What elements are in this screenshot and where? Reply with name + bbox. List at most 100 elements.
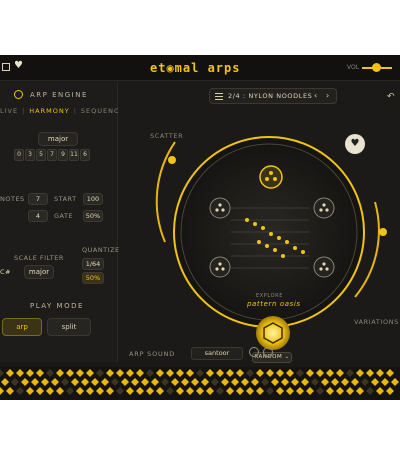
mode-tabs: LIVE | HARMONY | SEQUENCE [0, 107, 125, 115]
scale-select[interactable]: major [38, 132, 78, 146]
pattern-diamond [106, 387, 114, 395]
shuffle-icon[interactable] [249, 347, 259, 357]
pattern-diamond [201, 378, 209, 386]
pattern-diamond [16, 387, 24, 395]
pattern-diamond [191, 378, 199, 386]
node-top [259, 165, 283, 189]
pattern-diamond [101, 378, 109, 386]
pattern-diamond [1, 378, 9, 386]
pattern-diamond [221, 378, 229, 386]
start-label: START [54, 195, 77, 203]
pattern-diamond [386, 369, 394, 377]
pattern-diamond [121, 378, 129, 386]
pattern-diamond [96, 387, 104, 395]
filter-scale-select[interactable]: major [24, 265, 54, 279]
filter-scale-value: major [28, 268, 50, 276]
pattern-diamond [21, 378, 29, 386]
notes-value[interactable]: 7 [28, 193, 48, 205]
pattern-diamond [286, 387, 294, 395]
pattern-diamond [281, 378, 289, 386]
pattern-diamond [376, 369, 384, 377]
arp-mode-button[interactable]: arp [2, 318, 42, 336]
key-select[interactable]: C# [0, 268, 11, 276]
arp-sound-select[interactable]: santoor [191, 347, 243, 360]
pattern-diamond [146, 387, 154, 395]
degree-box[interactable]: 5 [36, 149, 46, 161]
pattern-diamond [26, 369, 34, 377]
pattern-diamond [61, 378, 69, 386]
pattern-diamond [336, 387, 344, 395]
degree-box[interactable]: 6 [80, 149, 90, 161]
pattern-diamond [346, 369, 354, 377]
orbit-display [155, 136, 387, 350]
row2-value[interactable]: 4 [28, 210, 48, 222]
pattern-diamond [306, 387, 314, 395]
pattern-diamond [311, 378, 319, 386]
degree-box[interactable]: 7 [47, 149, 57, 161]
pattern-diamond [86, 369, 94, 377]
pattern-diamond [0, 387, 4, 395]
pattern-diamond [161, 378, 169, 386]
pattern-diamond [236, 387, 244, 395]
pattern-diamond [271, 378, 279, 386]
pattern-diamond [76, 369, 84, 377]
pattern-diamond [296, 369, 304, 377]
pattern-diamond [71, 378, 79, 386]
degree-box[interactable]: 0 [14, 149, 24, 161]
pattern-diamond [171, 378, 179, 386]
explore-label: EXPLORE [256, 293, 283, 299]
degree-box[interactable]: 9 [58, 149, 68, 161]
settings-icon[interactable] [263, 347, 273, 357]
split-mode-label: split [61, 323, 77, 331]
pattern-diamond [81, 378, 89, 386]
split-mode-button[interactable]: split [47, 318, 91, 336]
pattern-diamond [116, 387, 124, 395]
pattern-diamond [216, 387, 224, 395]
volume-slider-knob[interactable] [372, 63, 381, 72]
pattern-diamond [361, 378, 369, 386]
pattern-diamond [56, 387, 64, 395]
pattern-diamond [251, 378, 259, 386]
pattern-diamond [356, 387, 364, 395]
swing-value[interactable]: 50% [82, 272, 104, 284]
degree-box[interactable]: 11 [69, 149, 79, 161]
pattern-diamond [331, 378, 339, 386]
pattern-diamond [86, 387, 94, 395]
gate-value[interactable]: 50% [83, 210, 103, 222]
tab-live[interactable]: LIVE [0, 107, 18, 115]
pattern-diamond [96, 369, 104, 377]
start-value[interactable]: 100 [83, 193, 103, 205]
scale-value: major [47, 135, 69, 143]
pattern-diamond [76, 387, 84, 395]
grid-icon[interactable] [2, 63, 10, 71]
pattern-diamond [196, 369, 204, 377]
scatter-knob [168, 156, 176, 164]
pattern-diamond [206, 369, 214, 377]
arp-sound-label: ARP SOUND [129, 350, 176, 358]
pattern-diamond [386, 387, 394, 395]
pattern-diamond [66, 387, 74, 395]
pattern-diamond [376, 387, 384, 395]
pattern-diamond [371, 378, 379, 386]
pattern-diamond [266, 369, 274, 377]
pattern-diamond [336, 369, 344, 377]
quantize-value[interactable]: 1/64 [82, 258, 104, 270]
pattern-diamond [146, 369, 154, 377]
degree-box[interactable]: 3 [25, 149, 35, 161]
pattern-diamond [226, 387, 234, 395]
pattern-diamond [51, 378, 59, 386]
pattern-diamond [196, 387, 204, 395]
pattern-diamond [36, 369, 44, 377]
pattern-diamond [41, 378, 49, 386]
power-icon[interactable] [14, 90, 23, 99]
pattern-diamond [326, 369, 334, 377]
tab-harmony[interactable]: HARMONY [29, 107, 69, 115]
pattern-diamond [136, 369, 144, 377]
brand-logo: et◉mal arps [150, 61, 241, 75]
heart-icon[interactable]: ♥ [14, 60, 23, 71]
pattern-diamond [216, 369, 224, 377]
pattern-diamond [176, 387, 184, 395]
pattern-diamond [131, 378, 139, 386]
pattern-diamond [231, 378, 239, 386]
pattern-diamond [16, 369, 24, 377]
